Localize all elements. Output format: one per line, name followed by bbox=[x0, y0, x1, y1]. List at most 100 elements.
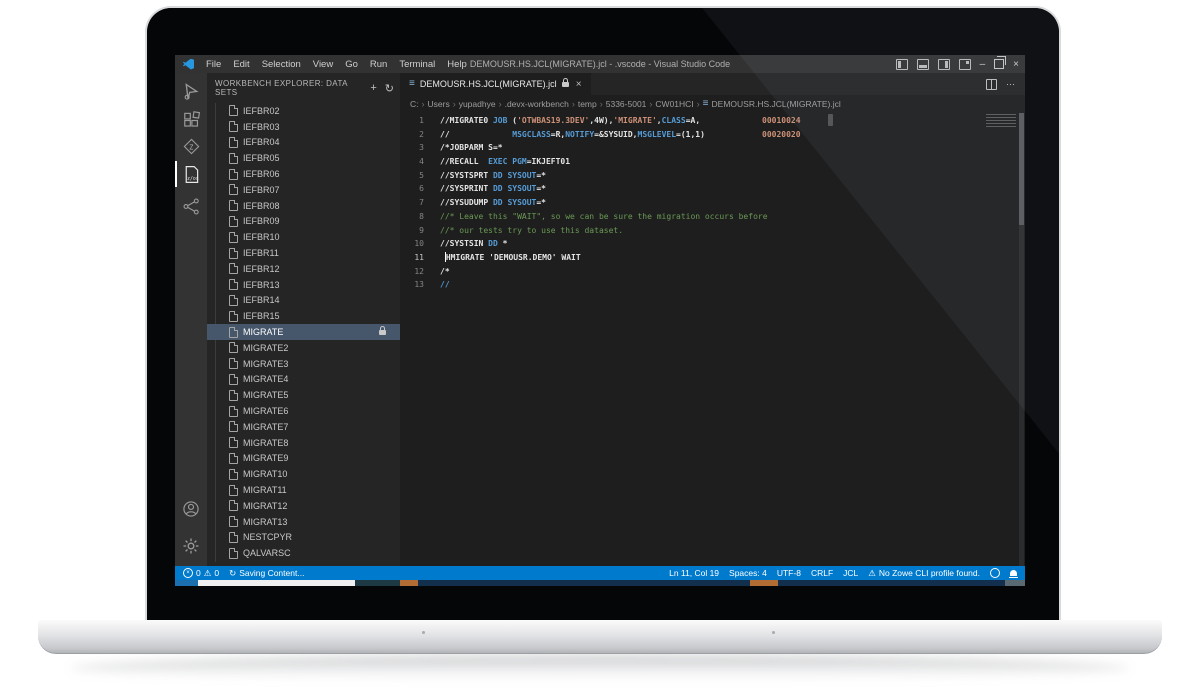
problems-indicator[interactable]: × 0 ⚠ 0 bbox=[183, 568, 219, 579]
breadcrumb-item[interactable]: C: bbox=[410, 99, 419, 109]
code-line[interactable]: 12 /* bbox=[400, 265, 1025, 279]
dataset-item-migrat12[interactable]: MIGRAT12 bbox=[207, 498, 400, 514]
editor-more-actions-icon[interactable]: ⋯ bbox=[1006, 79, 1015, 90]
language-mode[interactable]: JCL bbox=[843, 568, 858, 578]
code-line[interactable]: 4 //RECALL EXEC PGM=IKJEFT01 bbox=[400, 155, 1025, 169]
debug-icon[interactable] bbox=[180, 80, 202, 102]
zowe-icon[interactable]: Z bbox=[180, 135, 202, 157]
sidebar: WORKBENCH EXPLORER: DATA SETS + ↻ IEFBR0… bbox=[207, 73, 400, 566]
dataset-item-iefbr10[interactable]: IEFBR10 bbox=[207, 229, 400, 245]
code-line[interactable]: 1 //MIGRATE0 JOB ('OTWBAS19.3DEV',4W),'MI… bbox=[400, 114, 1025, 128]
dataset-label: IEFBR10 bbox=[243, 232, 280, 243]
breadcrumb-item[interactable]: yupadhye bbox=[459, 99, 496, 109]
code-line[interactable]: 13 // bbox=[400, 278, 1025, 292]
dataset-item-qalvarsc[interactable]: QALVARSC bbox=[207, 545, 400, 561]
dataset-label: MIGRAT10 bbox=[243, 469, 288, 480]
dataset-item-iefbr07[interactable]: IEFBR07 bbox=[207, 182, 400, 198]
zowe-profile-warning[interactable]: ⚠ No Zowe CLI profile found. bbox=[868, 568, 980, 579]
minimize-button[interactable]: – bbox=[980, 59, 986, 69]
accounts-icon[interactable] bbox=[180, 498, 202, 520]
dataset-item-iefbr02[interactable]: IEFBR02 bbox=[207, 103, 400, 119]
dataset-item-iefbr13[interactable]: IEFBR13 bbox=[207, 277, 400, 293]
menu-go[interactable]: Go bbox=[339, 59, 364, 70]
dataset-item-iefbr15[interactable]: IEFBR15 bbox=[207, 308, 400, 324]
dataset-item-iefbr09[interactable]: IEFBR09 bbox=[207, 214, 400, 230]
editor-group: ≡ DEMOUSR.HS.JCL(MIGRATE).jcl × ⋯ C: › Use… bbox=[400, 73, 1025, 566]
dataset-item-migrate3[interactable]: MIGRATE3 bbox=[207, 356, 400, 372]
encoding[interactable]: UTF-8 bbox=[777, 568, 801, 578]
code-text: //* Leave this "WAIT", so we can be sure… bbox=[440, 211, 768, 221]
menu-edit[interactable]: Edit bbox=[227, 59, 255, 70]
split-editor-icon[interactable] bbox=[986, 78, 997, 90]
code-line[interactable]: 10 //SYSTSIN DD * bbox=[400, 237, 1025, 251]
breadcrumb-item[interactable]: DEMOUSR.HS.JCL(MIGRATE).jcl bbox=[712, 99, 841, 109]
toggle-sidebar-icon[interactable] bbox=[895, 58, 908, 70]
code-area[interactable]: 1 //MIGRATE0 JOB ('OTWBAS19.3DEV',4W),'MI… bbox=[400, 113, 1025, 566]
dataset-item-migrate7[interactable]: MIGRATE7 bbox=[207, 419, 400, 435]
dataset-item-migrat13[interactable]: MIGRAT13 bbox=[207, 514, 400, 530]
dataset-item-migrate4[interactable]: MIGRATE4 bbox=[207, 372, 400, 388]
menu-selection[interactable]: Selection bbox=[256, 59, 307, 70]
menu-terminal[interactable]: Terminal bbox=[393, 59, 441, 70]
zos-editor-icon[interactable]: z/os bbox=[180, 163, 202, 185]
code-line[interactable]: 3 /*JOBPARM S=* bbox=[400, 141, 1025, 155]
code-line[interactable]: 2 // MSGCLASS=R,NOTIFY=&SYSUID,MSGLEVEL=(… bbox=[400, 128, 1025, 142]
toggle-panel-icon[interactable] bbox=[916, 58, 929, 70]
menu-run[interactable]: Run bbox=[364, 59, 393, 70]
dataset-item-migrate8[interactable]: MIGRATE8 bbox=[207, 435, 400, 451]
api-connections-icon[interactable] bbox=[180, 195, 202, 217]
dataset-item-iefbr14[interactable]: IEFBR14 bbox=[207, 293, 400, 309]
feedback-icon[interactable] bbox=[990, 568, 1000, 578]
cursor-position[interactable]: Ln 11, Col 19 bbox=[669, 568, 719, 578]
dataset-item-iefbr04[interactable]: IEFBR04 bbox=[207, 135, 400, 151]
breadcrumb-item[interactable]: .devx-workbench bbox=[505, 99, 569, 109]
dataset-item-iefbr03[interactable]: IEFBR03 bbox=[207, 119, 400, 135]
menu-help[interactable]: Help bbox=[441, 59, 473, 70]
dataset-item-migrate[interactable]: MIGRATE bbox=[207, 324, 400, 340]
menu-view[interactable]: View bbox=[307, 59, 339, 70]
code-line[interactable]: 8 //* Leave this "WAIT", so we can be sur… bbox=[400, 210, 1025, 224]
dataset-item-migrate5[interactable]: MIGRATE5 bbox=[207, 387, 400, 403]
editor-scrollbar[interactable] bbox=[1019, 113, 1024, 566]
eol-sequence[interactable]: CRLF bbox=[811, 568, 833, 578]
dataset-item-iefbr12[interactable]: IEFBR12 bbox=[207, 261, 400, 277]
breadcrumb-item[interactable]: Users bbox=[428, 99, 450, 109]
close-button[interactable]: × bbox=[1013, 59, 1019, 69]
menu-file[interactable]: File bbox=[200, 59, 227, 70]
code-text: // bbox=[440, 280, 450, 290]
breadcrumb-item[interactable]: temp bbox=[578, 99, 597, 109]
dataset-item-iefbr08[interactable]: IEFBR08 bbox=[207, 198, 400, 214]
code-text: /*JOBPARM S=* bbox=[440, 143, 503, 153]
refresh-icon[interactable]: ↻ bbox=[385, 82, 394, 95]
breadcrumb-item[interactable]: CW01HCI bbox=[655, 99, 693, 109]
notifications-bell-icon[interactable] bbox=[1009, 570, 1018, 578]
tab-close-icon[interactable]: × bbox=[576, 79, 582, 90]
dataset-item-iefbr11[interactable]: IEFBR11 bbox=[207, 245, 400, 261]
code-line[interactable]: 7 //SYSUDUMP DD SYSOUT=* bbox=[400, 196, 1025, 210]
settings-gear-icon[interactable] bbox=[180, 535, 202, 557]
dataset-item-iefbr06[interactable]: IEFBR06 bbox=[207, 166, 400, 182]
dataset-item-iefbr05[interactable]: IEFBR05 bbox=[207, 150, 400, 166]
indentation[interactable]: Spaces: 4 bbox=[729, 568, 767, 578]
dataset-item-migrate2[interactable]: MIGRATE2 bbox=[207, 340, 400, 356]
dataset-item-migrate6[interactable]: MIGRATE6 bbox=[207, 403, 400, 419]
breadcrumb-item[interactable]: 5336-5001 bbox=[606, 99, 647, 109]
dataset-item-migrate9[interactable]: MIGRATE9 bbox=[207, 451, 400, 467]
code-line[interactable]: 5 //SYSTSPRT DD SYSOUT=* bbox=[400, 169, 1025, 183]
code-line[interactable]: 11 HMIGRATE 'DEMOUSR.DEMO' WAIT bbox=[400, 251, 1025, 265]
minimap[interactable] bbox=[986, 114, 1016, 129]
code-line[interactable]: 9 //* our tests try to use this dataset. bbox=[400, 224, 1025, 238]
extensions-icon[interactable] bbox=[180, 109, 202, 131]
dataset-label: MIGRAT13 bbox=[243, 516, 288, 527]
restore-button[interactable] bbox=[994, 56, 1007, 69]
toggle-secondary-sidebar-icon[interactable] bbox=[937, 58, 950, 70]
dataset-item-nestcpyr[interactable]: NESTCPYR bbox=[207, 530, 400, 546]
customize-layout-icon[interactable] bbox=[958, 58, 971, 70]
scrollbar-thumb[interactable] bbox=[1019, 113, 1024, 225]
tab-active[interactable]: ≡ DEMOUSR.HS.JCL(MIGRATE).jcl × bbox=[400, 73, 591, 95]
saving-label: Saving Content... bbox=[239, 568, 305, 578]
dataset-item-migrat10[interactable]: MIGRAT10 bbox=[207, 466, 400, 482]
dataset-item-migrat11[interactable]: MIGRAT11 bbox=[207, 482, 400, 498]
code-line[interactable]: 6 //SYSPRINT DD SYSOUT=* bbox=[400, 182, 1025, 196]
add-dataset-icon[interactable]: + bbox=[370, 82, 376, 95]
